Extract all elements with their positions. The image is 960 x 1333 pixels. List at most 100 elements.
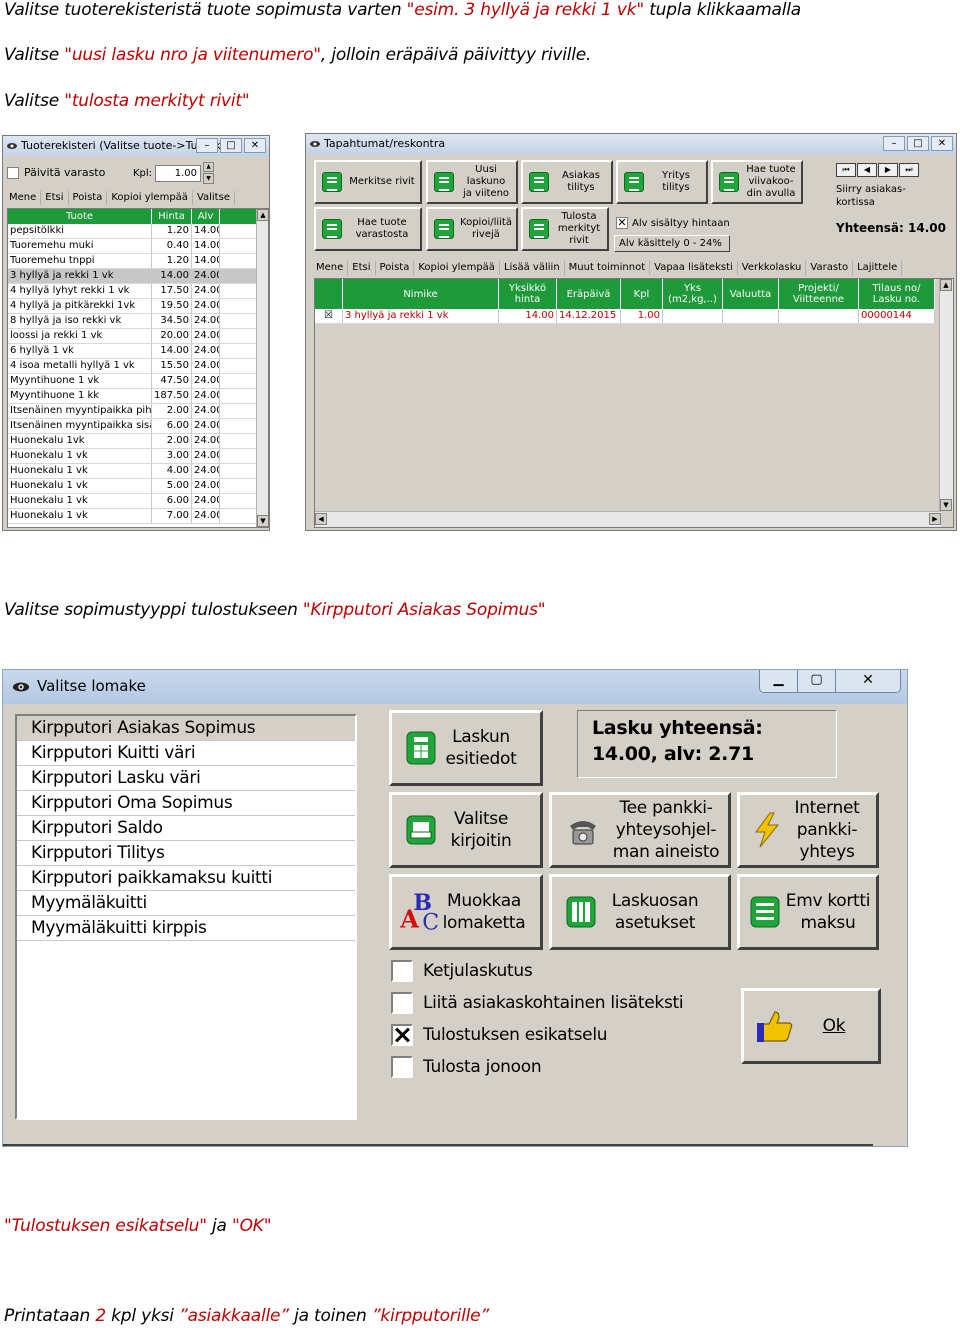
- menu-item[interactable]: Varasto: [806, 261, 854, 275]
- menu-item[interactable]: Vapaa lisäteksti: [650, 261, 738, 275]
- form-window-titlebar[interactable]: Valitse lomake ▁ ▢ ✕: [3, 670, 907, 704]
- table-row[interactable]: 4 hyllyä ja pitkärekki 1vk 19.50 24.00: [8, 299, 256, 314]
- minimize-button[interactable]: ▁: [760, 670, 798, 692]
- column-header[interactable]: Nimike: [343, 279, 499, 309]
- column-header[interactable]: Yks (m2,kg,..): [663, 279, 723, 309]
- table-row[interactable]: Huonekalu 1 vk 4.00 24.00: [8, 464, 256, 479]
- last-record-button[interactable]: ⏭: [899, 163, 919, 177]
- table-row[interactable]: Itsenäinen myyntipaikka piha 2.00 24.00: [8, 404, 256, 419]
- list-item[interactable]: Kirpputori Kuitti väri: [17, 741, 355, 766]
- row-mark-checkbox[interactable]: ☒: [315, 309, 343, 323]
- internet-bank-button[interactable]: Internet pankki- yhteys: [737, 792, 879, 868]
- table-row[interactable]: Tuoremehu muki 0.40 14.00: [8, 239, 256, 254]
- list-item[interactable]: Kirpputori Saldo: [17, 816, 355, 841]
- column-header[interactable]: Eräpäivä: [557, 279, 621, 309]
- menu-item[interactable]: Verkkolasku: [738, 261, 807, 275]
- kpl-input[interactable]: 1.00: [155, 165, 201, 182]
- column-header[interactable]: Valuutta: [723, 279, 779, 309]
- maximize-button[interactable]: □: [907, 136, 929, 151]
- list-item[interactable]: Kirpputori Tilitys: [17, 841, 355, 866]
- close-button[interactable]: ✕: [836, 670, 900, 692]
- table-row[interactable]: Huonekalu 1 vk 5.00 24.00: [8, 479, 256, 494]
- table-row[interactable]: Myyntihuone 1 kk 187.50 24.00: [8, 389, 256, 404]
- column-header[interactable]: Alv: [192, 209, 220, 224]
- menu-item[interactable]: Mene: [312, 261, 349, 275]
- vat-included-check[interactable]: ✕ Alv sisältyy hintaan: [616, 217, 730, 229]
- product-scrollbar[interactable]: ▲ ▼: [256, 209, 268, 527]
- table-row[interactable]: 4 hyllyä lyhyt rekki 1 vk 17.50 24.00: [8, 284, 256, 299]
- table-row[interactable]: Itsenäinen myyntipaikka sisäll 6.00 24.00: [8, 419, 256, 434]
- close-button[interactable]: ✕: [244, 138, 266, 153]
- barcode-product-button[interactable]: Hae tuote viivakoo- din avulla: [711, 160, 803, 204]
- table-row[interactable]: loossi ja rekki 1 vk 20.00 24.00: [8, 329, 256, 344]
- menu-item[interactable]: Kopioi ylempää: [414, 261, 500, 275]
- table-row[interactable]: 4 isoa metalli hyllyä 1 vk 15.50 24.00: [8, 359, 256, 374]
- table-row[interactable]: Myyntihuone 1 vk 47.50 24.00: [8, 374, 256, 389]
- table-row[interactable]: 8 hyllyä ja iso rekki vk 34.50 24.00: [8, 314, 256, 329]
- table-row[interactable]: Tuoremehu tnppi 1.20 14.00: [8, 254, 256, 269]
- invoice-section-settings-button[interactable]: Laskuosan asetukset: [549, 874, 731, 950]
- menu-item[interactable]: Muut toiminnot: [565, 261, 651, 275]
- events-window-titlebar[interactable]: Tapahtumat/reskontra – □ ✕: [306, 134, 956, 154]
- chain-invoicing-option[interactable]: Ketjulaskutus: [391, 960, 533, 982]
- emv-card-payment-button[interactable]: Emv kortti maksu: [737, 874, 879, 950]
- close-button[interactable]: ✕: [931, 136, 953, 151]
- print-queue-option[interactable]: Tulosta jonoon: [391, 1056, 542, 1078]
- menu-item[interactable]: Etsi: [41, 191, 69, 205]
- list-item[interactable]: Myymäläkuitti: [17, 891, 355, 916]
- select-printer-button[interactable]: Valitse kirjoitin: [389, 792, 543, 868]
- column-header[interactable]: Kpl: [621, 279, 663, 309]
- minimize-button[interactable]: –: [196, 138, 218, 153]
- chain-invoicing-checkbox[interactable]: [391, 960, 413, 982]
- product-window-titlebar[interactable]: Tuoterekisteri (Valitse tuote->Tuplaklik…: [3, 136, 269, 156]
- mark-rows-button[interactable]: Merkitse rivit: [314, 160, 422, 204]
- column-header[interactable]: Projekti/ Viitteenne: [779, 279, 859, 309]
- column-header[interactable]: Tuote: [8, 209, 152, 224]
- customer-settlement-button[interactable]: Asiakas tilitys: [521, 160, 613, 204]
- table-row[interactable]: 6 hyllyä 1 vk 14.00 24.00: [8, 344, 256, 359]
- menu-item[interactable]: Poista: [69, 191, 108, 205]
- prev-record-button[interactable]: ◀: [857, 163, 877, 177]
- first-record-button[interactable]: ⏮: [836, 163, 856, 177]
- print-preview-checkbox[interactable]: [391, 1024, 413, 1046]
- table-row[interactable]: Huonekalu 1 vk 7.00 24.00: [8, 509, 256, 524]
- print-marked-rows-button[interactable]: Tulosta merkityt rivit: [521, 207, 609, 251]
- copy-paste-rows-button[interactable]: Kopioi/liitä rivejä: [426, 207, 518, 251]
- warehouse-checkbox[interactable]: [7, 166, 19, 179]
- customer-text-checkbox[interactable]: [391, 992, 413, 1014]
- company-settlement-button[interactable]: Yritys tilitys: [616, 160, 708, 204]
- menu-item[interactable]: Mene: [5, 191, 42, 205]
- table-row[interactable]: Huonekalu 1 vk 3.00 24.00: [8, 449, 256, 464]
- ok-button[interactable]: Ok: [741, 988, 881, 1064]
- edit-form-button[interactable]: BAC Muokkaa lomaketta: [389, 874, 543, 950]
- maximize-button[interactable]: ▢: [798, 670, 836, 692]
- customer-text-option[interactable]: Liitä asiakaskohtainen lisäteksti: [391, 992, 684, 1014]
- table-row[interactable]: Huonekalu 1vk 2.00 24.00: [8, 434, 256, 449]
- list-item[interactable]: Kirpputori paikkamaksu kuitti: [17, 866, 355, 891]
- print-queue-checkbox[interactable]: [391, 1056, 413, 1078]
- column-header[interactable]: Yksikkö hinta: [499, 279, 557, 309]
- menu-item[interactable]: Valitse: [193, 191, 235, 205]
- kpl-spin-up[interactable]: ▲: [203, 162, 214, 172]
- minimize-button[interactable]: –: [883, 136, 905, 151]
- list-item[interactable]: Kirpputori Asiakas Sopimus: [17, 716, 355, 741]
- menu-item[interactable]: Kopioi ylempää: [107, 191, 193, 205]
- vat-included-checkbox[interactable]: ✕: [616, 217, 628, 229]
- next-record-button[interactable]: ▶: [878, 163, 898, 177]
- table-row[interactable]: pepsitölkki 1.20 14.00: [8, 224, 256, 239]
- list-item[interactable]: Myymäläkuitti kirppis: [17, 916, 355, 941]
- menu-item[interactable]: Etsi: [348, 261, 376, 275]
- table-row[interactable]: Huonekalu 1 vk 6.00 24.00: [8, 494, 256, 509]
- menu-item[interactable]: Poista: [376, 261, 415, 275]
- bank-file-button[interactable]: Tee pankki- yhteysohjel- man aineisto: [549, 792, 731, 868]
- warehouse-product-button[interactable]: Hae tuote varastosta: [314, 207, 422, 251]
- invoice-details-button[interactable]: Laskun esitiedot: [389, 710, 543, 786]
- list-item[interactable]: Kirpputori Lasku väri: [17, 766, 355, 791]
- events-scrollbar[interactable]: ▲ ▼: [939, 279, 953, 511]
- maximize-button[interactable]: □: [220, 138, 242, 153]
- vat-range-button[interactable]: Alv käsittely 0 - 24%: [614, 235, 730, 252]
- list-item[interactable]: Kirpputori Oma Sopimus: [17, 791, 355, 816]
- go-to-customer-card[interactable]: Siirry asiakas- kortissa: [836, 183, 906, 209]
- print-preview-option[interactable]: Tulostuksen esikatselu: [391, 1024, 608, 1046]
- menu-item[interactable]: Lajittele: [853, 261, 903, 275]
